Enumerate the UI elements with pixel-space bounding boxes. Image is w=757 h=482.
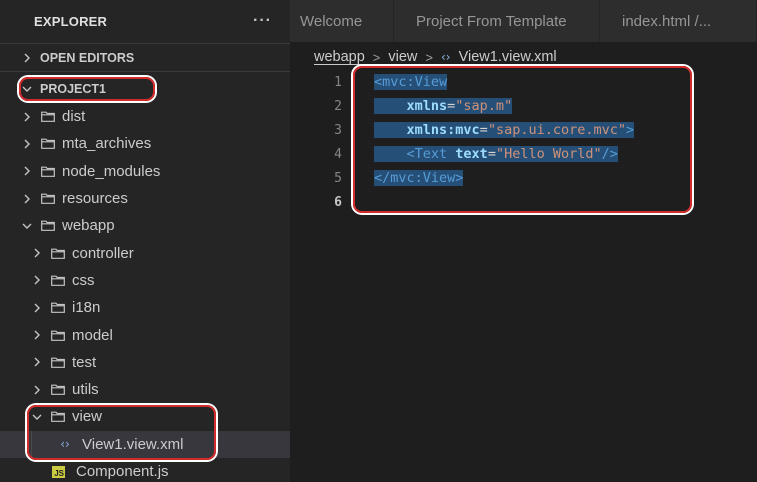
tree-item-label: node_modules: [62, 162, 161, 180]
tab-index-html[interactable]: index.html /...: [600, 0, 757, 42]
folder-icon: [51, 248, 65, 259]
folder-icon: [41, 193, 55, 204]
chevron-right-icon: [20, 166, 34, 176]
tree-item-label: View1.view.xml: [82, 435, 184, 453]
folder-icon: [41, 166, 55, 177]
chevron-down-icon: [30, 413, 44, 421]
tree-item-label: view: [72, 408, 103, 426]
folder-icon: [51, 384, 65, 396]
tree-item-label: mta_archives: [62, 135, 152, 153]
tree-item-utils[interactable]: utils: [0, 376, 290, 403]
code-text: xmlns="sap.m": [374, 98, 513, 114]
tree-item-node-modules[interactable]: node_modules: [0, 158, 290, 185]
breadcrumb-webapp[interactable]: webapp: [314, 49, 365, 65]
tree-item-model[interactable]: model: [0, 321, 290, 348]
breadcrumb-file[interactable]: View1.view.xml: [459, 49, 557, 65]
tree-item-label: utils: [72, 381, 99, 399]
chevron-right-icon: [30, 303, 44, 313]
chevron-right-icon: [20, 194, 34, 204]
tab-welcome[interactable]: Welcome: [290, 0, 394, 42]
chevron-right-icon: [30, 275, 44, 285]
tab-label: Welcome: [300, 12, 363, 30]
tree-item-label: test: [72, 353, 97, 371]
chevron-right-icon: [20, 139, 34, 149]
tree-item-label: i18n: [72, 299, 101, 317]
tree-item-label: dist: [62, 108, 86, 126]
line-number: 1: [334, 74, 342, 90]
chevron-down-icon: [20, 222, 34, 230]
chevron-right-icon: [30, 357, 44, 367]
project-label: PROJECT1: [40, 81, 106, 96]
open-editors-label: OPEN EDITORS: [40, 50, 135, 65]
file-tree: dist mta_archives node_modules resources…: [0, 103, 290, 482]
folder-icon: [51, 357, 65, 368]
line-number: 4: [334, 146, 342, 162]
line-number: 6: [334, 194, 342, 210]
tree-item-mta-archives[interactable]: mta_archives: [0, 130, 290, 157]
folder-icon: [51, 411, 65, 423]
tree-item-label: resources: [62, 190, 128, 208]
folder-icon: [51, 275, 65, 286]
tab-bar: Welcome Project From Template index.html…: [290, 0, 757, 42]
explorer-sidebar: EXPLORER ··· OPEN EDITORS PROJECT1 dist …: [0, 0, 290, 482]
tab-label: Project From Template: [416, 12, 567, 30]
chevron-right-icon: >: [372, 49, 381, 65]
folder-icon: [41, 111, 55, 123]
tree-item-css[interactable]: css: [0, 267, 290, 294]
code-editor[interactable]: 1 <mvc:View 2 xmlns="sap.m" 3 xmlns:mvc=…: [290, 70, 757, 482]
tree-item-dist[interactable]: dist: [0, 103, 290, 130]
indent-guide: [31, 430, 32, 458]
tab-label: index.html /...: [622, 12, 712, 30]
breadcrumb-view[interactable]: view: [388, 49, 417, 65]
tree-item-view1-xml[interactable]: ‹› View1.view.xml: [0, 430, 290, 458]
tree-item-resources[interactable]: resources: [0, 185, 290, 212]
tree-item-component-js[interactable]: JS Component.js: [0, 458, 290, 482]
explorer-title: EXPLORER: [34, 13, 108, 29]
code-text: xmlns:mvc="sap.ui.core.mvc">: [374, 122, 635, 138]
code-line: 3 xmlns:mvc="sap.ui.core.mvc">: [290, 118, 757, 142]
tree-item-label: controller: [72, 244, 134, 262]
tree-item-webapp[interactable]: webapp: [0, 212, 290, 239]
line-number: 3: [334, 122, 342, 138]
chevron-right-icon: [30, 248, 44, 258]
code-line: 6: [290, 190, 757, 214]
chevron-right-icon: [20, 53, 34, 63]
code-text: <mvc:View: [374, 74, 448, 90]
code-text: <Text text="Hello World"/>: [374, 146, 618, 162]
js-file-icon: JS: [52, 465, 65, 478]
breadcrumb: webapp > view > ‹› View1.view.xml: [314, 46, 557, 68]
tree-item-view[interactable]: view: [0, 403, 290, 430]
code-file-icon: ‹›: [60, 437, 70, 452]
line-number: 2: [334, 98, 342, 114]
tree-item-label: Component.js: [76, 463, 169, 480]
tree-item-label: css: [72, 271, 95, 289]
chevron-right-icon: [30, 385, 44, 395]
chevron-right-icon: >: [425, 49, 433, 65]
code-text: </mvc:View>: [374, 170, 464, 186]
code-line: 4 <Text text="Hello World"/>: [290, 142, 757, 166]
explorer-header: EXPLORER ···: [0, 0, 290, 42]
chevron-right-icon: [20, 112, 34, 122]
tree-item-label: model: [72, 326, 113, 344]
tree-item-controller[interactable]: controller: [0, 239, 290, 266]
chevron-down-icon: [20, 85, 34, 93]
tree-item-test[interactable]: test: [0, 349, 290, 376]
tab-project-from-template[interactable]: Project From Template: [394, 0, 600, 42]
code-line: 5 </mvc:View>: [290, 166, 757, 190]
code-line: 2 xmlns="sap.m": [290, 94, 757, 118]
code-file-icon: ‹›: [441, 50, 451, 64]
folder-icon: [41, 138, 55, 150]
tree-item-label: webapp: [62, 217, 115, 235]
line-number: 5: [334, 170, 342, 186]
folder-icon: [51, 330, 65, 341]
more-actions-icon[interactable]: ···: [253, 12, 272, 30]
tree-item-i18n[interactable]: i18n: [0, 294, 290, 321]
folder-icon: [51, 302, 65, 314]
open-editors-section[interactable]: OPEN EDITORS: [0, 43, 290, 72]
chevron-right-icon: [30, 330, 44, 340]
folder-icon: [41, 220, 55, 232]
project-section[interactable]: PROJECT1: [0, 74, 290, 103]
code-line: 1 <mvc:View: [290, 70, 757, 94]
